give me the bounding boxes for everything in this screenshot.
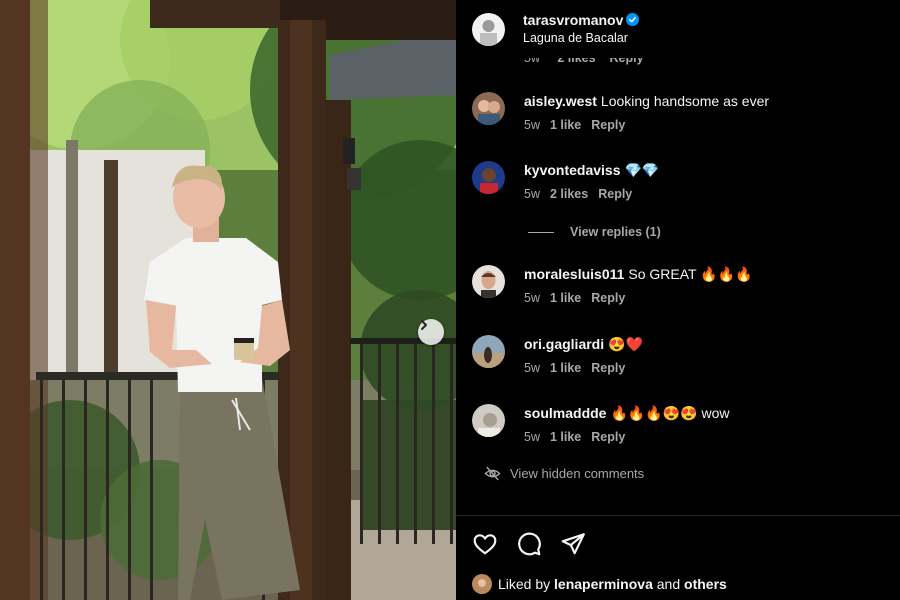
reply-button[interactable]: Reply <box>591 361 625 375</box>
comment-likes[interactable]: 1 like <box>550 118 581 132</box>
comment-username[interactable]: moralesluis011 <box>524 266 624 282</box>
comment-time: 5w <box>524 361 540 375</box>
comment-username[interactable]: ori.gagliardi <box>524 336 604 352</box>
comment-time: 5w <box>524 118 540 132</box>
post-actions <box>472 531 586 557</box>
comment-username[interactable]: soulmaddde <box>524 405 606 421</box>
paper-plane-icon[interactable] <box>560 531 586 557</box>
avatar[interactable] <box>472 265 505 298</box>
post-location[interactable]: Laguna de Bacalar <box>523 31 639 47</box>
comment-item: kyvontedaviss 💎💎 5w 2 likes Reply <box>472 161 892 221</box>
avatar[interactable] <box>472 404 505 437</box>
comment-username[interactable]: aisley.west <box>524 93 597 109</box>
author-username[interactable]: tarasvromanov <box>523 12 623 28</box>
view-hidden-comments-button[interactable]: View hidden comments <box>484 465 644 482</box>
comment-text: 🔥🔥🔥😍😍 wow <box>610 405 730 421</box>
comment-likes[interactable]: 1 like <box>550 291 581 305</box>
chevron-right-icon <box>421 320 427 330</box>
liked-by-others[interactable]: others <box>684 576 727 592</box>
reply-button[interactable]: Reply <box>591 291 625 305</box>
reply-button[interactable]: Reply <box>591 430 625 444</box>
post-footer: Liked by lenaperminova and others <box>456 515 900 600</box>
liked-by-and: and <box>656 576 681 592</box>
post-photo <box>0 0 456 600</box>
view-replies-label: View replies (1) <box>570 225 661 239</box>
avatar[interactable] <box>472 335 505 368</box>
next-photo-button[interactable] <box>418 319 444 345</box>
view-replies-button[interactable]: View replies (1) <box>528 225 661 239</box>
comment-time: 5w <box>524 187 540 201</box>
reply-button[interactable]: Reply <box>598 187 632 201</box>
liker-username[interactable]: lenaperminova <box>554 576 653 592</box>
author-avatar[interactable] <box>472 12 505 46</box>
comment-bubble-icon[interactable] <box>516 531 542 557</box>
replies-divider <box>528 231 554 233</box>
comment-text: 😍❤️ <box>608 336 643 352</box>
post-image <box>0 0 456 600</box>
verified-badge-icon <box>626 13 640 27</box>
comment-text: Looking handsome as ever <box>600 93 770 109</box>
comment-time: 5w <box>524 430 540 444</box>
comment-likes[interactable]: 2 likes <box>550 187 588 201</box>
liked-by: Liked by lenaperminova and others <box>472 574 727 594</box>
heart-icon[interactable] <box>472 531 498 557</box>
eye-slash-icon <box>484 466 501 481</box>
comment-item: moralesluis011 So GREAT 🔥🔥🔥 5w 1 like Reply <box>472 265 892 325</box>
liked-by-prefix: Liked by <box>498 576 551 592</box>
comment-item: aisley.west Looking handsome as ever 5w 1 … <box>472 92 892 152</box>
comment-item: soulmaddde 🔥🔥🔥😍😍 wow 5w 1 like Reply <box>472 404 892 464</box>
avatar[interactable] <box>472 92 505 125</box>
comment-likes[interactable]: 1 like <box>550 430 581 444</box>
comment-item: ori.gagliardi 😍❤️ 5w 1 like Reply <box>472 335 892 395</box>
liker-avatar[interactable] <box>472 574 492 594</box>
comment-text: So GREAT 🔥🔥🔥 <box>628 266 753 282</box>
comments-panel: 5w 2 likes Reply aisley.west Looking hand… <box>456 0 900 600</box>
comments-list[interactable]: 5w 2 likes Reply aisley.west Looking hand… <box>456 0 900 515</box>
view-hidden-comments-label: View hidden comments <box>510 466 645 481</box>
comment-likes[interactable]: 1 like <box>550 361 581 375</box>
comment-time: 5w <box>524 291 540 305</box>
comment-username[interactable]: kyvontedaviss <box>524 162 621 178</box>
comment-text: 💎💎 <box>624 162 660 178</box>
post-header: tarasvromanov Laguna de Bacalar <box>456 0 900 58</box>
reply-button[interactable]: Reply <box>591 118 625 132</box>
avatar[interactable] <box>472 161 505 194</box>
